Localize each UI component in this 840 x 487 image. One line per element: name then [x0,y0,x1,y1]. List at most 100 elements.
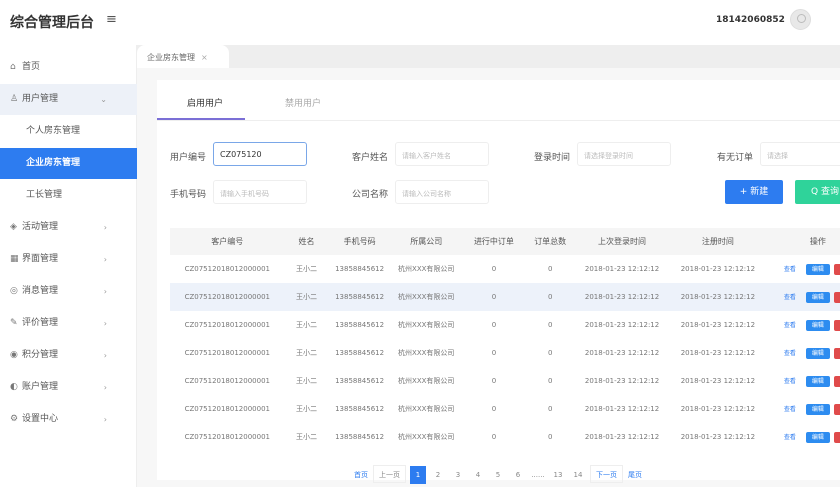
edit-button[interactable]: 编辑 [805,263,830,275]
page-button[interactable]: 1 [410,466,426,484]
edit-button[interactable]: 编辑 [805,431,830,443]
new-button[interactable]: + 新建 [725,180,783,204]
disable-button[interactable]: 禁用 [833,291,840,303]
sidebar-item-label: 个人房东管理 [26,126,81,136]
chevron-right-icon: › [103,223,107,232]
table-row: CZ07512018012000001 王小二 13858845612 杭州XXX有限… [170,367,840,395]
view-link[interactable]: 查看 [778,376,802,387]
view-link[interactable]: 查看 [778,320,802,331]
search-button[interactable]: Q 查询 [795,180,840,204]
sidebar-item-label: 工长管理 [26,190,63,200]
user-icon: ♙ [10,94,19,104]
edit-button[interactable]: 编辑 [805,375,830,387]
sidebar-item-label: 首页 [22,62,41,72]
prev-page-button[interactable]: 上一页 [373,465,406,483]
sidebar-item[interactable]: 个人房东管理 [0,116,137,147]
table-cell: 王小二 [284,283,329,311]
sidebar-item[interactable]: ✎ 评价管理 › [0,308,137,339]
has-order-select[interactable]: 请选择 [760,142,840,166]
grid-icon: ▦ [10,254,19,264]
user-no-input[interactable]: CZ075120 [213,142,307,166]
disable-button[interactable]: 禁用 [833,431,840,443]
table-row: CZ07512018012000001 王小二 13858845612 杭州XXX有限… [170,283,840,311]
tab-label: 企业房东管理 [147,53,195,62]
avatar[interactable] [790,9,811,30]
table-cell: 王小二 [295,265,317,273]
disable-button[interactable]: 禁用 [833,319,840,331]
tab-enterprise-landlord[interactable]: 企业房东管理 × [137,45,229,68]
edit-button[interactable]: 编辑 [805,403,830,415]
sidebar-item[interactable]: ▦ 界面管理 › [0,244,137,275]
edit-button[interactable]: 编辑 [805,291,830,303]
tab-enabled-users[interactable]: 启用用户 [187,96,223,109]
disable-button[interactable]: 禁用 [833,375,840,387]
table-cell: 杭州XXX有限公司 [398,405,455,413]
disable-button[interactable]: 禁用 [833,263,840,275]
tab-disabled-users[interactable]: 禁用用户 [285,96,321,109]
table-cell: 杭州XXX有限公司 [398,433,455,441]
table-cell: 0 [491,265,497,273]
actions-cell: 查看编辑禁用 [765,283,840,311]
view-link[interactable]: 查看 [778,404,802,415]
table-cell: 0 [491,321,497,329]
company-label: 公司名称 [352,190,389,200]
sidebar-item-label: 消息管理 [22,286,59,296]
table-cell: 0 [491,349,497,357]
page-button[interactable]: 4 [470,466,486,484]
edit-button[interactable]: 编辑 [805,347,830,359]
table-cell: 13858845612 [335,377,385,385]
has-order-label: 有无订单 [717,153,754,163]
chevron-right-icon: › [103,415,107,424]
view-link[interactable]: 查看 [778,432,802,443]
sidebar-item[interactable]: 工长管理 [0,180,137,211]
account-icon: ◐ [10,382,18,392]
view-link[interactable]: 查看 [778,348,802,359]
table-cell: 2018-01-23 12:12:12 [574,283,670,311]
sidebar-item[interactable]: ◈ 活动管理 › [0,212,137,243]
table-row: CZ07512018012000001 王小二 13858845612 杭州XXX有限… [170,339,840,367]
login-time-picker[interactable]: 请选择登录时间 [577,142,671,166]
table-cell: 0 [461,283,527,311]
next-page-button[interactable]: 下一页 [590,465,623,483]
column-header: 上次登录时间 [574,228,670,255]
disable-button[interactable]: 禁用 [833,347,840,359]
page-button[interactable]: 13 [550,466,566,484]
sidebar-item-label: 账户管理 [22,382,59,392]
page-button[interactable]: 2 [430,466,446,484]
sidebar-item[interactable]: ◉ 积分管理 › [0,340,137,371]
user-phone[interactable]: 18142060852 [716,15,785,25]
page-button[interactable]: 6 [510,466,526,484]
table-cell: 2018-01-23 12:12:12 [584,321,660,329]
disable-button[interactable]: 禁用 [833,403,840,415]
sidebar-item[interactable]: ♙ 用户管理 ⌄ [0,84,137,115]
page-button[interactable]: ...... [530,466,546,484]
page-button[interactable]: 3 [450,466,466,484]
view-link[interactable]: 查看 [778,292,802,303]
table-cell: 2018-01-23 12:12:12 [680,349,756,357]
page-button[interactable]: 14 [570,466,586,484]
landlord-table: 客户编号 姓名 手机号码 所属公司 进行中订单 订单总数 上次登录时间 注册时间 操作 CZ07… [170,228,840,451]
table-cell: 2018-01-23 12:12:12 [680,321,756,329]
table-row: CZ07512018012000001 王小二 13858845612 杭州XXX有限… [170,255,840,283]
phone-input[interactable]: 请输入手机号码 [213,180,307,204]
table-cell: 杭州XXX有限公司 [398,349,455,357]
hamburger-icon[interactable]: ≡ [106,12,117,27]
content-card: 启用用户 禁用用户 用户编号 CZ075120 客户姓名 请输入客户姓名 登录时… [157,80,840,484]
customer-name-input[interactable]: 请输入客户姓名 [395,142,489,166]
last-page-button[interactable]: 尾页 [627,466,643,484]
table-cell: 0 [547,433,553,441]
sidebar-item[interactable]: 企业房东管理 [0,148,137,179]
table-cell: 0 [491,377,497,385]
sidebar-item[interactable]: ⌂ 首页 [0,52,137,83]
top-header: 综合管理后台 ≡ 18142060852 [0,0,840,45]
company-input[interactable]: 请输入公司名称 [395,180,489,204]
view-link[interactable]: 查看 [778,264,802,275]
page-button[interactable]: 5 [490,466,506,484]
table-cell: CZ07512018012000001 [184,321,270,329]
first-page-button[interactable]: 首页 [353,466,369,484]
sidebar-item[interactable]: ◎ 消息管理 › [0,276,137,307]
sidebar-item[interactable]: ◐ 账户管理 › [0,372,137,403]
close-icon[interactable]: × [201,53,208,62]
edit-button[interactable]: 编辑 [805,319,830,331]
sidebar-item[interactable]: ⚙ 设置中心 › [0,404,137,435]
